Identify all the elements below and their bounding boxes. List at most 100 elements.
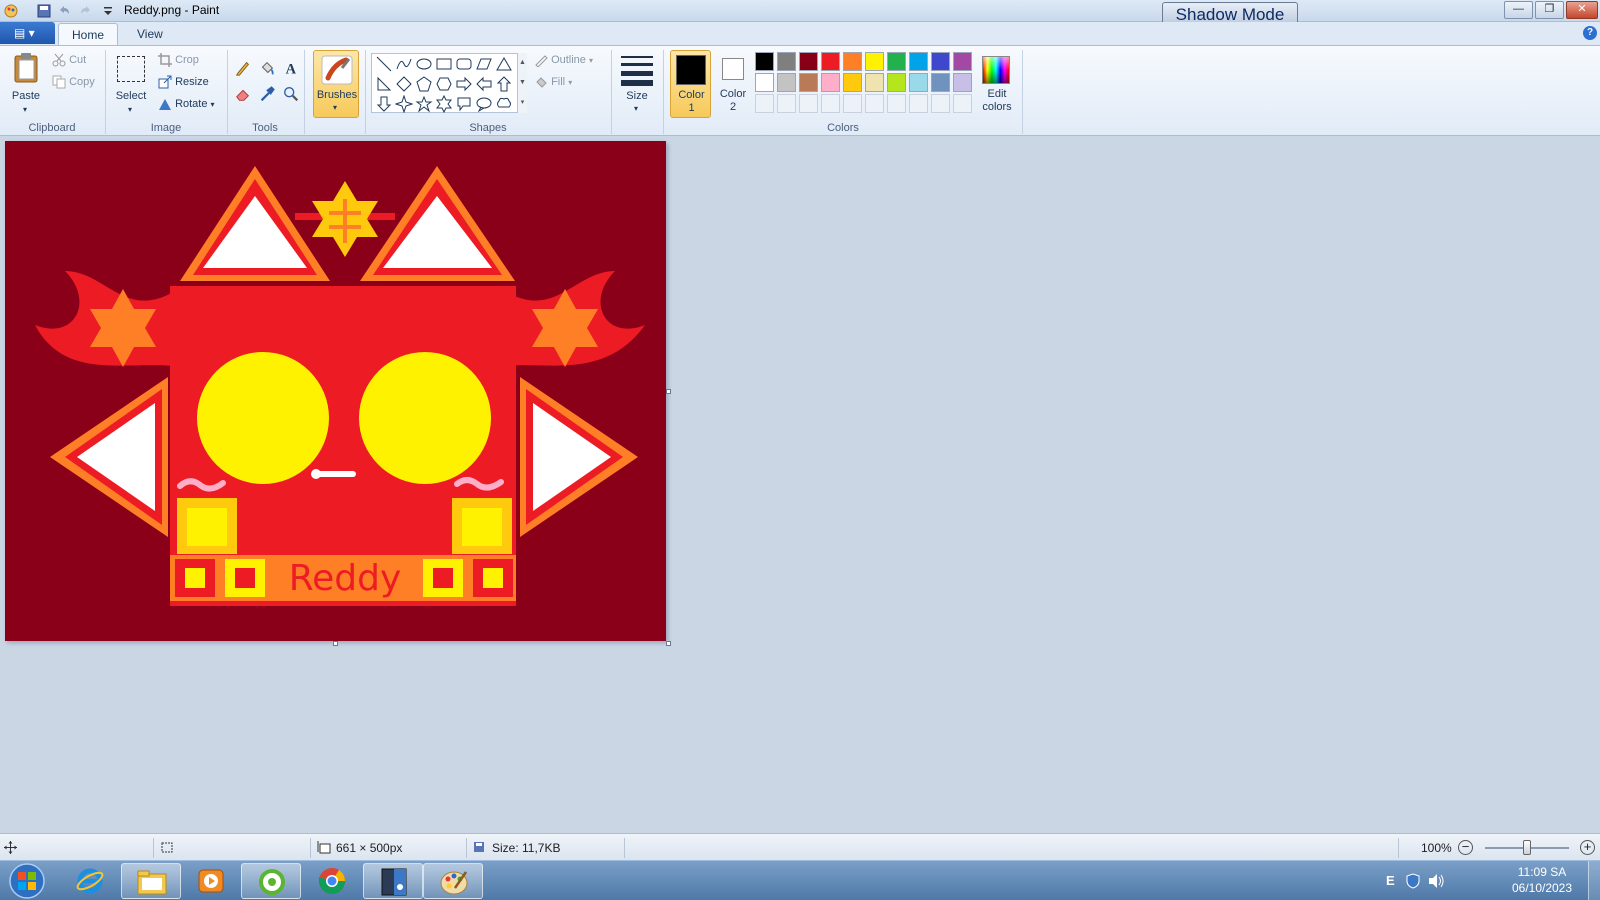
drawing-canvas[interactable]: Reddy bbox=[5, 141, 666, 641]
palette-swatch[interactable] bbox=[953, 52, 972, 71]
start-button[interactable] bbox=[4, 862, 50, 900]
palette-swatch[interactable] bbox=[755, 73, 774, 92]
taskbar-app-green[interactable] bbox=[241, 863, 301, 899]
help-icon[interactable]: ? bbox=[1583, 26, 1597, 40]
taskbar-clock[interactable]: 11:09 SA 06/10/2023 bbox=[1500, 864, 1584, 896]
keyboard-language-indicator[interactable]: E bbox=[1386, 873, 1395, 888]
taskbar-chrome[interactable] bbox=[302, 863, 362, 899]
taskbar-app-dark[interactable] bbox=[363, 863, 423, 899]
polygon-shape-icon[interactable] bbox=[475, 55, 493, 73]
palette-swatch[interactable] bbox=[843, 52, 862, 71]
fill-bucket-icon[interactable] bbox=[257, 58, 277, 78]
fill-button[interactable]: Fill ▾ bbox=[534, 75, 572, 89]
save-icon[interactable] bbox=[36, 3, 52, 19]
palette-swatch[interactable] bbox=[777, 52, 796, 71]
tab-view[interactable]: View bbox=[124, 23, 176, 45]
palette-swatch[interactable] bbox=[909, 52, 928, 71]
pencil-icon[interactable] bbox=[233, 58, 253, 78]
eraser-icon[interactable] bbox=[233, 84, 253, 104]
palette-swatch[interactable] bbox=[953, 73, 972, 92]
palette-custom-slot[interactable] bbox=[843, 94, 862, 113]
undo-icon[interactable] bbox=[56, 3, 72, 19]
palette-swatch[interactable] bbox=[865, 73, 884, 92]
palette-swatch[interactable] bbox=[821, 73, 840, 92]
edit-colors-button[interactable]: Edit colors bbox=[976, 50, 1018, 118]
minimize-button[interactable]: — bbox=[1504, 1, 1533, 19]
taskbar-paint[interactable] bbox=[423, 863, 483, 899]
text-tool-icon[interactable]: A bbox=[281, 58, 301, 78]
shapes-scroll[interactable]: ▲ ▼ ▾ bbox=[517, 53, 527, 113]
redo-icon[interactable] bbox=[78, 3, 94, 19]
up-arrow-shape-icon[interactable] bbox=[495, 75, 513, 93]
left-arrow-shape-icon[interactable] bbox=[475, 75, 493, 93]
canvas-resize-handle-bottom[interactable] bbox=[333, 641, 338, 646]
tab-home[interactable]: Home bbox=[58, 23, 119, 45]
paste-button[interactable]: Paste ▾ bbox=[8, 50, 44, 120]
palette-custom-slot[interactable] bbox=[931, 94, 950, 113]
taskbar-internet-explorer[interactable] bbox=[60, 863, 120, 899]
color1-button[interactable]: Color 1 bbox=[670, 50, 711, 118]
palette-custom-slot[interactable] bbox=[821, 94, 840, 113]
palette-swatch[interactable] bbox=[799, 52, 818, 71]
canvas-work-area[interactable]: Reddy bbox=[0, 136, 1600, 833]
palette-custom-slot[interactable] bbox=[777, 94, 796, 113]
palette-custom-slot[interactable] bbox=[799, 94, 818, 113]
down-arrow-shape-icon[interactable] bbox=[375, 95, 393, 113]
color-picker-icon[interactable] bbox=[257, 84, 277, 104]
maximize-button[interactable]: ❐ bbox=[1535, 1, 1564, 19]
rounded-callout-shape-icon[interactable] bbox=[455, 95, 473, 113]
color2-button[interactable]: Color 2 bbox=[713, 50, 753, 118]
palette-swatch[interactable] bbox=[799, 73, 818, 92]
palette-custom-slot[interactable] bbox=[909, 94, 928, 113]
palette-swatch[interactable] bbox=[755, 52, 774, 71]
line-shape-icon[interactable] bbox=[375, 55, 393, 73]
palette-custom-slot[interactable] bbox=[887, 94, 906, 113]
palette-swatch[interactable] bbox=[843, 73, 862, 92]
cloud-callout-shape-icon[interactable] bbox=[495, 95, 513, 113]
four-point-star-shape-icon[interactable] bbox=[395, 95, 413, 113]
six-point-star-shape-icon[interactable] bbox=[435, 95, 453, 113]
rectangle-shape-icon[interactable] bbox=[435, 55, 453, 73]
palette-swatch[interactable] bbox=[887, 52, 906, 71]
hexagon-shape-icon[interactable] bbox=[435, 75, 453, 93]
palette-custom-slot[interactable] bbox=[755, 94, 774, 113]
diamond-shape-icon[interactable] bbox=[395, 75, 413, 93]
oval-callout-shape-icon[interactable] bbox=[475, 95, 493, 113]
crop-button[interactable]: Crop bbox=[158, 53, 199, 67]
zoom-out-button[interactable]: − bbox=[1458, 840, 1473, 855]
close-button[interactable]: ✕ bbox=[1566, 1, 1598, 19]
pentagon-shape-icon[interactable] bbox=[415, 75, 433, 93]
quick-access-dropdown-icon[interactable] bbox=[100, 3, 116, 19]
select-button[interactable]: Select ▾ bbox=[112, 50, 150, 120]
volume-icon[interactable] bbox=[1427, 873, 1445, 889]
canvas-resize-handle-corner[interactable] bbox=[666, 641, 671, 646]
oval-shape-icon[interactable] bbox=[415, 55, 433, 73]
copy-button[interactable]: Copy bbox=[52, 75, 95, 91]
file-menu-button[interactable]: ▤ ▾ bbox=[0, 22, 55, 44]
palette-swatch[interactable] bbox=[887, 73, 906, 92]
magnifier-icon[interactable] bbox=[281, 84, 301, 104]
rounded-rectangle-shape-icon[interactable] bbox=[455, 55, 473, 73]
taskbar-file-explorer[interactable] bbox=[121, 863, 181, 899]
size-button[interactable]: Size ▾ bbox=[618, 50, 656, 118]
show-desktop-button[interactable] bbox=[1588, 861, 1600, 900]
triangle-shape-icon[interactable] bbox=[495, 55, 513, 73]
resize-button[interactable]: Resize bbox=[158, 75, 209, 89]
palette-swatch[interactable] bbox=[931, 73, 950, 92]
five-point-star-shape-icon[interactable] bbox=[415, 95, 433, 113]
right-triangle-shape-icon[interactable] bbox=[375, 75, 393, 93]
zoom-slider-thumb[interactable] bbox=[1523, 840, 1531, 855]
zoom-in-button[interactable]: + bbox=[1580, 840, 1595, 855]
taskbar-media-player[interactable] bbox=[181, 863, 241, 899]
palette-swatch[interactable] bbox=[865, 52, 884, 71]
brushes-button[interactable]: Brushes ▾ bbox=[313, 50, 359, 118]
palette-swatch[interactable] bbox=[777, 73, 796, 92]
curve-shape-icon[interactable] bbox=[395, 55, 413, 73]
canvas-resize-handle-right[interactable] bbox=[666, 389, 671, 394]
cut-button[interactable]: Cut bbox=[52, 53, 86, 69]
palette-custom-slot[interactable] bbox=[865, 94, 884, 113]
palette-custom-slot[interactable] bbox=[953, 94, 972, 113]
rotate-button[interactable]: Rotate ▾ bbox=[158, 97, 215, 111]
right-arrow-shape-icon[interactable] bbox=[455, 75, 473, 93]
palette-swatch[interactable] bbox=[909, 73, 928, 92]
